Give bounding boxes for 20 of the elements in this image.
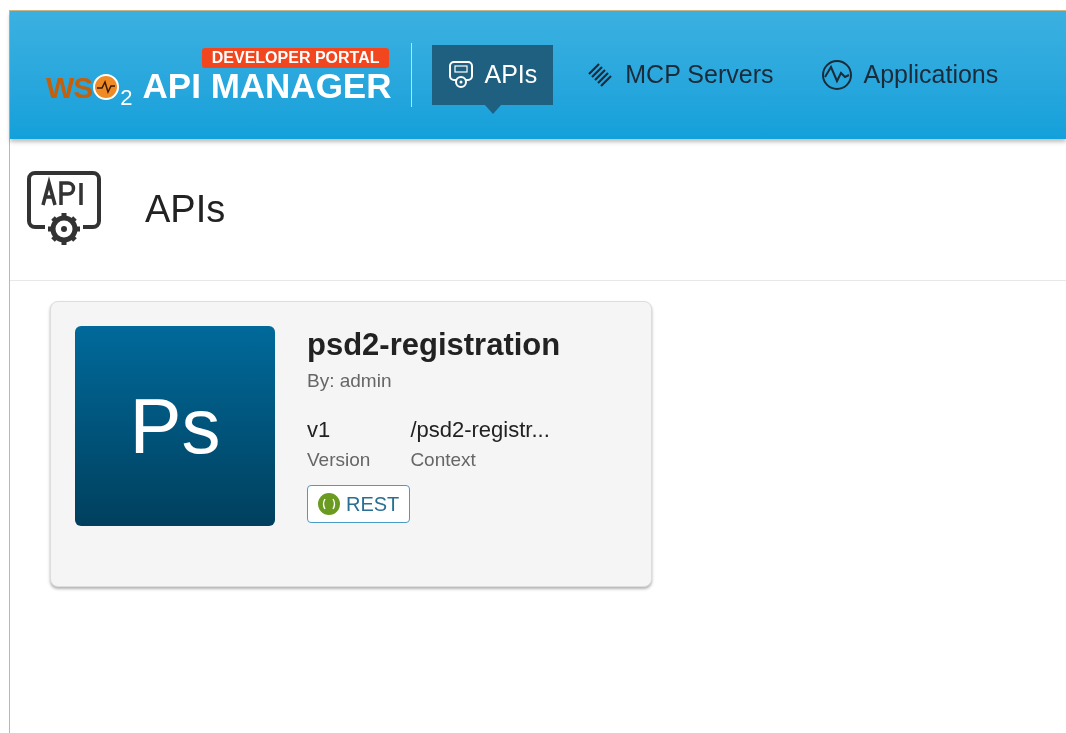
- logo: WS 2: [46, 72, 133, 103]
- version-value: v1: [307, 416, 332, 445]
- context-value: /psd2-registr...: [410, 416, 550, 445]
- nav-tab[interactable]: APIs: [432, 45, 554, 105]
- pulse-circle-icon: [92, 72, 121, 101]
- nav-tab[interactable]: MCP Servers: [569, 45, 790, 105]
- product-name: API MANAGER: [142, 67, 392, 103]
- api-name[interactable]: psd2-registration: [307, 326, 561, 365]
- api-type-chip: REST: [307, 484, 411, 523]
- page-title: APIs: [145, 187, 226, 232]
- activity-circle-icon: [821, 59, 854, 91]
- api-author: By: admin: [307, 368, 393, 393]
- portal-badge: DEVELOPER PORTAL: [201, 47, 390, 68]
- context-label: Context: [410, 448, 477, 473]
- api-card[interactable]: Ps psd2-registration By: admin v1 Version /psd2-registr... Context REST: [50, 301, 652, 587]
- api-thumbnail: Ps: [75, 326, 275, 526]
- nav-tab[interactable]: Applications: [805, 45, 1015, 105]
- rest-icon: [318, 492, 340, 515]
- tab-pointer-icon: [484, 105, 501, 114]
- version-label: Version: [307, 448, 371, 473]
